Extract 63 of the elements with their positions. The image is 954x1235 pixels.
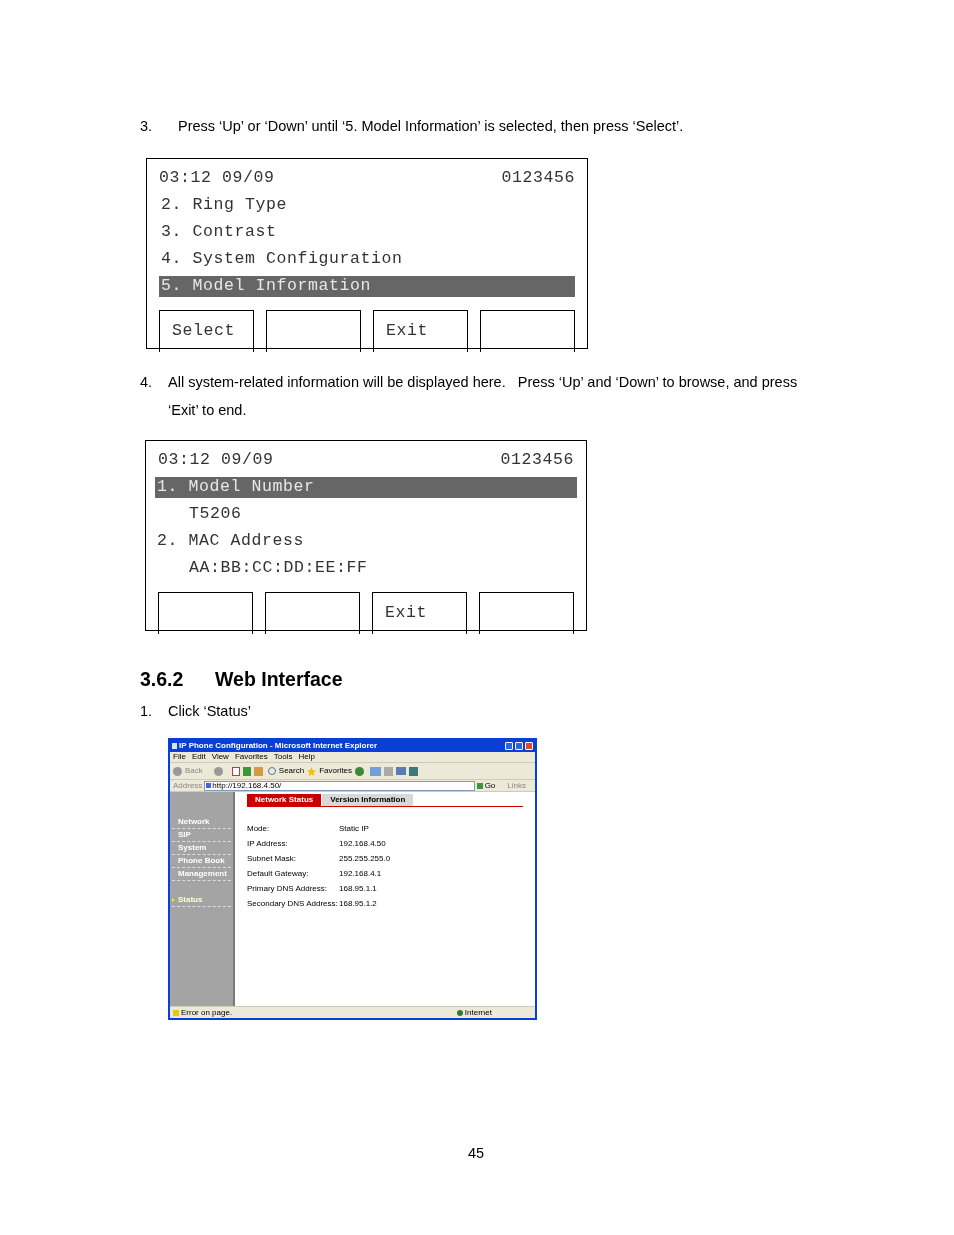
menu-item[interactable]: 2. MAC Address	[155, 531, 577, 552]
selected-menu-row[interactable]: 1. Model Number	[155, 477, 577, 498]
maximize-button[interactable]	[515, 742, 523, 750]
soft-key[interactable]: Exit	[372, 592, 467, 634]
phone-number: 0123456	[500, 449, 574, 472]
menu-item[interactable]: View	[211, 753, 229, 761]
step-text: All system-related information will be displayed here. Press ‘Up’ and ‘Down’ to browse, and press ‘Exit’ to end.	[168, 373, 799, 420]
menu-item[interactable]: 2. Ring Type	[159, 195, 575, 216]
field-label: Mode:	[247, 824, 271, 833]
minimize-button[interactable]	[505, 742, 513, 750]
address-label: Address	[173, 781, 203, 790]
step-text: Press ‘Up’ or ‘Down’ until ‘5. Model Information’ is selected, then press ‘Select’.	[178, 117, 684, 136]
clock-text: 03:12 09/09	[158, 449, 274, 472]
field-label: Secondary DNS Address:	[247, 899, 339, 908]
address-field[interactable]: http://192.168.4.50/	[204, 780, 475, 791]
go-button[interactable]: Go	[484, 781, 496, 790]
menu-item[interactable]: Favorites	[234, 753, 268, 761]
search-button[interactable]: Search	[278, 767, 305, 775]
field-label: IP Address:	[247, 839, 289, 848]
star-icon[interactable]	[307, 766, 317, 776]
section-number: 3.6.2	[140, 667, 185, 692]
field-label: Default Gateway:	[247, 869, 310, 878]
soft-key[interactable]: Exit	[373, 310, 468, 352]
soft-key[interactable]	[266, 310, 361, 352]
value-text: AA:BB:CC:DD:EE:FF	[188, 558, 369, 579]
status-message: Error on page.	[181, 1008, 234, 1017]
soft-key[interactable]	[265, 592, 360, 634]
field-label: Subnet Mask:	[247, 854, 297, 863]
page-number: 45	[468, 1144, 485, 1163]
field-label: Primary DNS Address:	[247, 884, 329, 893]
menu-item[interactable]: Help	[298, 753, 315, 761]
soft-key[interactable]	[480, 310, 575, 352]
selected-menu-row[interactable]: 5. Model Information	[159, 276, 575, 297]
menu-item[interactable]: 3. Contrast	[159, 222, 575, 243]
value-text: T5206	[188, 504, 243, 525]
favorites-button[interactable]: Favorites	[319, 767, 353, 775]
section-title: Web Interface	[215, 667, 343, 692]
soft-key[interactable]	[479, 592, 574, 634]
step-text: Click ‘Status’	[168, 702, 251, 721]
soft-key[interactable]	[158, 592, 253, 634]
soft-key[interactable]: Select	[159, 310, 254, 352]
clock-text: 03:12 09/09	[159, 167, 275, 190]
field-value: Static IP	[339, 824, 369, 833]
tab[interactable]: Network Status	[247, 794, 322, 806]
window-title: IP Phone Configuration - Microsoft Internet Explorer	[179, 742, 379, 750]
menu-item[interactable]: Edit	[191, 753, 206, 761]
step-number: 4.	[140, 373, 154, 392]
menu-item[interactable]: 4. System Configuration	[159, 249, 575, 270]
arrow-icon	[172, 898, 175, 902]
phone-number: 0123456	[501, 167, 575, 190]
step-number: 1.	[140, 702, 154, 721]
tab[interactable]: Version Information	[322, 794, 414, 806]
url-text: http://192.168.4.50/	[212, 781, 283, 790]
step-number: 3.	[140, 117, 154, 136]
close-button[interactable]	[525, 742, 533, 750]
zone-text: Internet	[464, 1008, 492, 1017]
field-value: 168.95.1.1	[339, 884, 377, 893]
field-value: 255.255.255.0	[339, 854, 391, 863]
field-value: 192.168.4.1	[339, 869, 382, 878]
menu-item[interactable]: File	[173, 753, 186, 761]
field-value: 168.95.1.2	[339, 899, 377, 908]
menu-item[interactable]: Tools	[273, 753, 293, 761]
field-value: 192.168.4.50	[339, 839, 386, 848]
